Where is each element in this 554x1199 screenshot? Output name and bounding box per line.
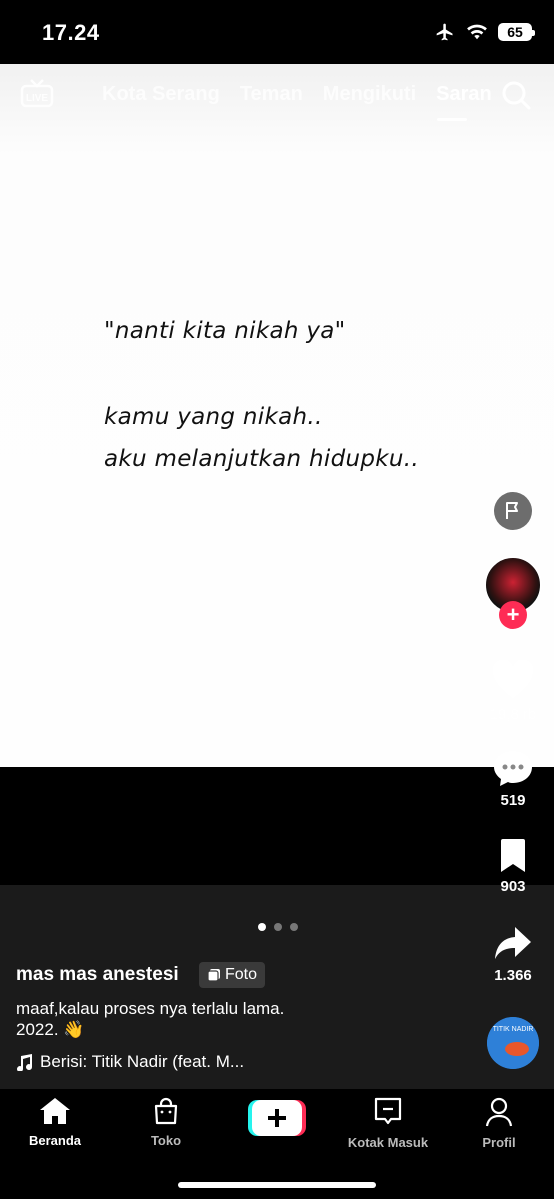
nav-home[interactable]: Beranda: [24, 1096, 86, 1148]
music-label[interactable]: Berisi: Titik Nadir (feat. M...: [16, 1052, 244, 1072]
svg-text:LIVE: LIVE: [26, 93, 49, 104]
music-disc-text: TITIK NADIR: [493, 1026, 534, 1033]
pagination-dot-active[interactable]: [258, 923, 266, 931]
tab-mengikuti[interactable]: Mengikuti: [323, 83, 416, 106]
wifi-icon: [467, 24, 487, 40]
nav-inbox-label: Kotak Masuk: [347, 1135, 429, 1150]
heart-icon: [492, 659, 534, 698]
search-icon[interactable]: [500, 79, 532, 111]
music-disc-art: TITIK NADIR: [487, 1017, 539, 1069]
author-name[interactable]: mas mas anestesi: [16, 964, 179, 986]
music-title: Berisi: Titik Nadir (feat. M...: [40, 1052, 245, 1071]
follow-button[interactable]: +: [499, 601, 527, 629]
create-button[interactable]: [248, 1099, 306, 1137]
comment-icon: [494, 751, 532, 786]
tab-kota-serang[interactable]: Kota Serang: [102, 83, 220, 106]
home-indicator: [178, 1182, 376, 1188]
profile-icon: [485, 1097, 513, 1127]
music-note-icon: [17, 1054, 32, 1071]
battery-icon: 65: [498, 23, 535, 41]
bookmark-icon: [501, 839, 525, 872]
post-caption[interactable]: maaf,kalau proses nya terlalu lama. 2022…: [16, 998, 376, 1040]
pagination-dot[interactable]: [274, 923, 282, 931]
nav-profile-label: Profil: [482, 1135, 516, 1150]
nav-shop-label: Toko: [150, 1133, 182, 1148]
share-count: 1.366: [494, 967, 532, 984]
tab-saran[interactable]: Saran: [436, 83, 492, 106]
photo-stack-icon: [207, 969, 220, 982]
shopping-bag-icon: [154, 1097, 178, 1125]
home-icon: [40, 1098, 70, 1124]
inbox-icon: [374, 1097, 402, 1125]
status-time: 17.24: [42, 20, 100, 45]
caption-line: 2022. 👋: [16, 1020, 85, 1039]
active-tab-indicator: [437, 118, 467, 121]
photo-text-line: "nanti kita nikah ya": [104, 318, 346, 344]
nav-shop[interactable]: Toko: [136, 1096, 196, 1148]
share-button[interactable]: 1.366: [484, 925, 542, 984]
photo-text: "nanti kita nikah ya" kamu yang nikah.. …: [104, 310, 419, 480]
feed-tabs: Kota Serang Teman Mengikuti Saran: [102, 83, 492, 106]
tab-teman[interactable]: Teman: [240, 83, 303, 106]
flag-icon: [506, 502, 518, 519]
photo-pagination: [258, 923, 298, 931]
bookmark-count: 903: [500, 878, 526, 895]
photo-badge: Foto: [199, 962, 266, 988]
report-button[interactable]: [494, 492, 532, 530]
nav-home-label: Beranda: [28, 1133, 82, 1148]
photo-badge-label: Foto: [225, 966, 258, 983]
nav-inbox[interactable]: Kotak Masuk: [342, 1096, 434, 1150]
share-icon: [495, 927, 531, 959]
like-count: 19,8 rb: [489, 706, 537, 723]
comment-count: 519: [500, 792, 526, 809]
pagination-dot[interactable]: [290, 923, 298, 931]
nav-profile[interactable]: Profil: [470, 1096, 528, 1150]
status-icons: 65: [434, 22, 535, 42]
airplane-icon: [436, 23, 453, 41]
music-disc[interactable]: TITIK NADIR: [487, 1017, 539, 1069]
bookmark-button[interactable]: 903: [484, 838, 542, 895]
caption-line: maaf,kalau proses nya terlalu lama.: [16, 999, 285, 1018]
photo-text-line: aku melanjutkan hidupku..: [104, 446, 419, 472]
comment-button[interactable]: 519: [484, 748, 542, 809]
like-button[interactable]: 19,8 rb: [484, 659, 542, 723]
live-icon[interactable]: LIVE: [20, 78, 54, 108]
photo-text-line: kamu yang nikah..: [104, 404, 323, 430]
